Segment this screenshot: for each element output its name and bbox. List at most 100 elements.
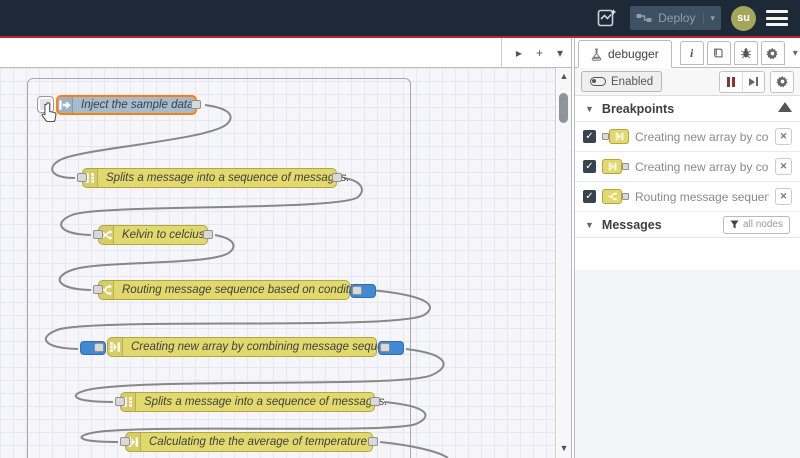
breakpoint-marker-output[interactable] bbox=[378, 341, 404, 355]
input-port[interactable] bbox=[93, 230, 103, 239]
join-icon bbox=[608, 162, 616, 171]
flow-list-caret-icon[interactable]: ▾ bbox=[557, 46, 563, 60]
breakpoints-section-header[interactable]: ▼ Breakpoints bbox=[575, 96, 800, 122]
node-switch[interactable]: Routing message sequence based on condit… bbox=[93, 280, 376, 300]
deploy-label: Deploy bbox=[658, 11, 696, 25]
enabled-label: Enabled bbox=[611, 75, 654, 88]
step-icon bbox=[749, 77, 758, 86]
gear-icon bbox=[766, 47, 778, 59]
input-port[interactable] bbox=[94, 343, 104, 352]
output-port[interactable] bbox=[368, 437, 378, 446]
node-label: Routing message sequence based on condit… bbox=[122, 284, 365, 296]
deploy-button[interactable]: Deploy ▾ bbox=[630, 6, 721, 30]
tab-info[interactable]: i bbox=[679, 41, 704, 65]
output-port[interactable] bbox=[191, 100, 201, 109]
scrollbar-thumb[interactable] bbox=[559, 93, 568, 123]
debugger-toolbar: Enabled bbox=[575, 68, 800, 96]
flask-icon bbox=[591, 47, 602, 61]
gear-icon bbox=[775, 75, 788, 88]
input-port-icon bbox=[602, 133, 609, 140]
breakpoint-checkbox[interactable]: ✓ bbox=[583, 160, 596, 173]
sidebar: debugger i ▾ Enabled ▼ Breakpoints ✓ Cre… bbox=[575, 38, 800, 458]
node-label: Creating new array by combining message … bbox=[131, 341, 403, 353]
inject-trigger-button[interactable] bbox=[37, 96, 54, 113]
chevron-down-icon: ▼ bbox=[585, 103, 594, 114]
bug-icon bbox=[740, 48, 751, 59]
step-button[interactable] bbox=[742, 71, 764, 92]
node-change[interactable]: Kelvin to celcius bbox=[93, 225, 213, 245]
filter-label: all nodes bbox=[742, 219, 783, 230]
canvas-scrollbar[interactable]: ▲ ▼ bbox=[557, 68, 571, 458]
messages-filter-button[interactable]: all nodes bbox=[722, 215, 790, 234]
messages-title: Messages bbox=[601, 217, 662, 232]
tab-debugger[interactable]: debugger bbox=[578, 40, 672, 68]
remove-breakpoint-button[interactable]: ✕ bbox=[775, 188, 792, 205]
funnel-icon bbox=[730, 220, 739, 229]
tab-config-nodes[interactable] bbox=[760, 41, 785, 65]
join-node-badge bbox=[602, 129, 629, 144]
node-split-1[interactable]: Splits a message into a sequence of mess… bbox=[77, 168, 350, 188]
node-label: Inject the sample data bbox=[81, 99, 194, 111]
toggle-icon bbox=[590, 77, 606, 86]
input-port[interactable] bbox=[115, 397, 125, 406]
breakpoint-marker-input[interactable] bbox=[80, 341, 106, 355]
flow-tab-strip: ▸ + ▾ bbox=[0, 38, 571, 68]
sidebar-scroll-up-icon[interactable] bbox=[778, 102, 792, 112]
breakpoint-row: ✓ Routing message sequence based on cond… bbox=[575, 182, 800, 212]
node-inject[interactable]: Inject the sample data bbox=[56, 95, 201, 115]
pause-icon bbox=[727, 76, 735, 87]
sidebar-tab-list-caret-icon[interactable]: ▾ bbox=[793, 48, 798, 59]
breakpoint-checkbox[interactable]: ✓ bbox=[583, 130, 596, 143]
join-icon bbox=[108, 338, 123, 356]
output-port[interactable] bbox=[203, 230, 213, 239]
node-join-2[interactable]: Calculating the the average of temperatu… bbox=[120, 432, 378, 452]
input-port[interactable] bbox=[120, 437, 130, 446]
user-avatar[interactable]: su bbox=[731, 5, 756, 31]
deploy-caret-icon[interactable]: ▾ bbox=[703, 12, 715, 24]
node-split-2[interactable]: Splits a message into a sequence of mess… bbox=[115, 392, 388, 412]
inject-icon bbox=[58, 97, 73, 113]
assistant-icon[interactable] bbox=[594, 5, 620, 31]
sidebar-tab-bar: debugger i ▾ bbox=[575, 38, 800, 68]
pause-button[interactable] bbox=[720, 72, 742, 92]
node-label: Splits a message into a sequence of mess… bbox=[106, 172, 350, 184]
tab-debug-messages[interactable] bbox=[733, 41, 758, 65]
node-label: Kelvin to celcius bbox=[122, 229, 205, 241]
add-flow-button[interactable]: + bbox=[536, 46, 543, 60]
tab-help[interactable] bbox=[706, 41, 731, 65]
output-port[interactable] bbox=[352, 286, 362, 295]
messages-empty-area bbox=[575, 270, 800, 458]
debugger-settings-button[interactable] bbox=[770, 70, 794, 93]
output-port[interactable] bbox=[332, 173, 342, 182]
output-port[interactable] bbox=[370, 397, 380, 406]
switch-icon bbox=[607, 192, 617, 201]
join-node-badge bbox=[602, 159, 629, 174]
breakpoint-label: Creating new array by combining message … bbox=[635, 129, 769, 144]
book-icon bbox=[713, 48, 723, 58]
main-menu-icon[interactable] bbox=[766, 10, 788, 26]
scroll-down-icon[interactable]: ▼ bbox=[557, 442, 571, 454]
breakpoint-checkbox[interactable]: ✓ bbox=[583, 190, 596, 203]
flow-canvas[interactable]: Inject the sample data Splits a message … bbox=[0, 68, 556, 458]
debugger-enabled-toggle[interactable]: Enabled bbox=[581, 71, 663, 92]
breakpoint-marker-output[interactable] bbox=[350, 284, 376, 298]
node-join-1[interactable]: Creating new array by combining message … bbox=[80, 337, 404, 357]
input-port[interactable] bbox=[93, 285, 103, 294]
tab-scroll-right-icon[interactable]: ▸ bbox=[516, 46, 522, 60]
sidebar-mini-tabs: i bbox=[679, 41, 785, 67]
output-port[interactable] bbox=[380, 343, 390, 352]
breakpoint-label: Routing message sequence based on condit… bbox=[635, 189, 769, 204]
remove-breakpoint-button[interactable]: ✕ bbox=[775, 158, 792, 175]
node-label: Calculating the the average of temperatu… bbox=[149, 436, 367, 448]
header-bar: Deploy ▾ su bbox=[0, 0, 800, 36]
output-port-icon bbox=[622, 193, 629, 200]
input-port[interactable] bbox=[77, 173, 87, 182]
switch-node-badge bbox=[602, 189, 629, 204]
remove-breakpoint-button[interactable]: ✕ bbox=[775, 128, 792, 145]
messages-section-header[interactable]: ▼ Messages all nodes bbox=[575, 212, 800, 238]
tab-debugger-label: debugger bbox=[608, 47, 659, 61]
chevron-down-icon: ▼ bbox=[585, 219, 594, 230]
scroll-up-icon[interactable]: ▲ bbox=[557, 70, 571, 82]
join-icon bbox=[615, 132, 623, 141]
node-label: Splits a message into a sequence of mess… bbox=[144, 396, 388, 408]
